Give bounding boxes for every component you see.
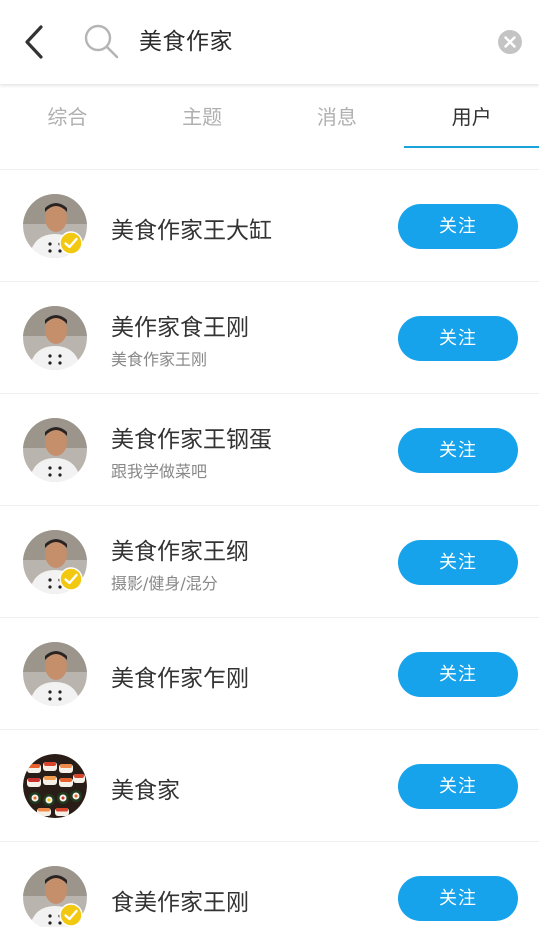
search-header: 美食作家 — [0, 0, 539, 84]
chevron-left-icon — [25, 25, 43, 59]
search-input[interactable]: 美食作家 — [139, 22, 233, 62]
avatar[interactable] — [23, 642, 87, 706]
avatar[interactable] — [23, 418, 87, 482]
follow-button[interactable]: 关注 — [398, 876, 518, 921]
search-results-screen: 美食作家 综合 主题 消息 用户 美食作家王大缸 关注 美作家食王刚 美食作家王… — [0, 0, 539, 927]
user-row[interactable]: 美食作家王大缸 关注 — [0, 170, 539, 282]
user-row[interactable]: 美食作家王钢蛋 跟我学做菜吧 关注 — [0, 394, 539, 506]
user-name: 美食作家乍刚 — [111, 666, 249, 692]
user-name: 美食家 — [111, 778, 180, 804]
follow-button[interactable]: 关注 — [398, 540, 518, 585]
search-icon — [84, 24, 119, 59]
user-name: 美食作家王大缸 — [111, 218, 272, 244]
user-name: 美作家食王刚 — [111, 315, 249, 341]
tab-messages[interactable]: 消息 — [270, 84, 405, 150]
avatar[interactable] — [23, 754, 87, 818]
user-description: 美食作家王刚 — [111, 350, 208, 369]
verified-check-icon — [59, 567, 83, 591]
follow-button[interactable]: 关注 — [398, 204, 518, 249]
clear-search-button[interactable] — [497, 29, 523, 55]
user-name: 美食作家王纲 — [111, 539, 249, 565]
verified-check-icon — [59, 231, 83, 255]
user-description: 摄影/健身/混分 — [111, 574, 218, 593]
follow-button[interactable]: 关注 — [398, 764, 518, 809]
tab-comprehensive[interactable]: 综合 — [0, 84, 135, 150]
user-name: 美食作家王钢蛋 — [111, 427, 272, 453]
user-list: 美食作家王大缸 关注 美作家食王刚 美食作家王刚 关注 美食作家王钢蛋 跟我学做… — [0, 170, 539, 927]
tab-topics[interactable]: 主题 — [135, 84, 270, 150]
user-name: 食美作家王刚 — [111, 890, 249, 916]
user-row[interactable]: 美作家食王刚 美食作家王刚 关注 — [0, 282, 539, 394]
result-tabs: 综合 主题 消息 用户 — [0, 84, 539, 150]
avatar[interactable] — [23, 306, 87, 370]
tab-users[interactable]: 用户 — [404, 84, 539, 150]
follow-button[interactable]: 关注 — [398, 652, 518, 697]
follow-button[interactable]: 关注 — [398, 428, 518, 473]
active-tab-indicator — [404, 146, 539, 148]
user-row[interactable]: 美食作家乍刚 关注 — [0, 618, 539, 730]
user-description: 跟我学做菜吧 — [111, 462, 208, 481]
follow-button[interactable]: 关注 — [398, 316, 518, 361]
verified-check-icon — [59, 903, 83, 927]
user-row[interactable]: 美食作家王纲 摄影/健身/混分 关注 — [0, 506, 539, 618]
back-button[interactable] — [14, 20, 54, 64]
user-row[interactable]: 食美作家王刚 关注 — [0, 842, 539, 927]
user-row[interactable]: 美食家 关注 — [0, 730, 539, 842]
